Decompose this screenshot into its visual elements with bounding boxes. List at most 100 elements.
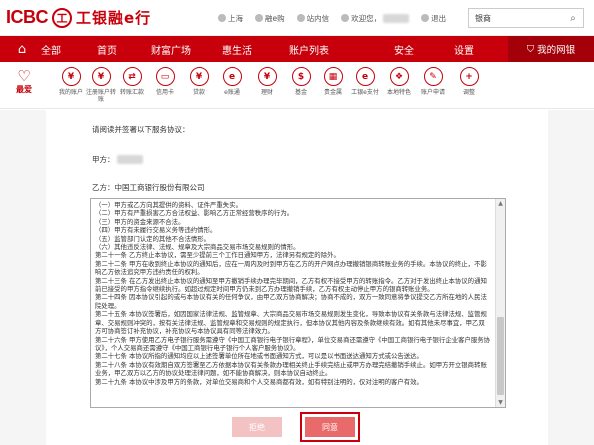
agreement-intro: 请阅读并签署以下服务协议： [92,125,190,134]
quick-item-label: 转账汇款 [119,89,144,96]
agreement-line: （二）甲方有严重损害乙方合法权益、影响乙方正常经营秩序的行为。 [95,209,294,218]
agreement-line: 第二十三条 在乙方发出终止本协议的通知至甲方撤销手续办理完毕期间，乙方有权不接受… [95,276,487,294]
agreement-line: （三）甲方的资金来源不合法。 [95,217,185,226]
quick-item-label: 调整 [462,89,475,96]
quick-item-e-pay[interactable]: e 工银e支付 [348,67,382,96]
nav-home[interactable]: 首页 [86,36,128,62]
favorites-link[interactable]: 融e购 [255,13,285,24]
wealth-icon: ¥ [257,67,277,86]
logout-icon [421,14,430,22]
agreement-line: 第二十八条 本协议有效期自双方签署至乙方依据本协议有关条款办理相关终止手续完结止… [95,360,487,378]
search-icon[interactable]: ⌕ [563,9,583,27]
nav-life[interactable]: 惠生活 [212,36,262,62]
nav-all[interactable]: 全部 [30,36,72,62]
party-b: 乙方：中国工商银行股份有限公司 [92,183,205,192]
my-account-icon: ¥ [61,67,81,86]
party-a-label: 甲方： [92,155,115,164]
heart-icon: ♡ [17,67,31,85]
quick-item-label: 我的账户 [58,89,83,96]
logo-text-cn: 工银融e行 [76,9,152,27]
gold-bar-icon: ▦ [323,67,343,86]
location-link[interactable]: 上海 [218,13,243,24]
icbc-emblem-icon: 工 [52,7,72,28]
agreement-line: 第二十五条 本协议签署后，如因国家法律法规、监管规章、大宗商品交易市场交易规则发… [95,310,487,336]
user-icon [341,14,350,22]
refuse-button[interactable]: 拒绝 [232,417,282,437]
quick-item-e-account[interactable]: e e账通 [215,67,249,96]
quick-item-precious-metal[interactable]: ▦ 贵金属 [316,67,350,96]
nav-settings[interactable]: 设置 [444,36,484,62]
party-a-name-redacted [116,155,143,164]
quick-item-label: 贷款 [192,89,205,96]
top-bar: ICBC 工 工银融e行 上海 融e购 站内信 欢迎您， 退出 银商 ⌕ [0,0,594,36]
welcome-user: 欢迎您， [341,13,410,24]
mail-icon [296,14,305,22]
quick-item-label: 本地特色 [386,89,411,96]
scroll-thumb[interactable] [497,317,504,395]
quick-item-loan[interactable]: ¥ 贷款 [182,67,216,96]
agreement-line: （四）甲方有未履行交易义务等违约情形。 [95,226,217,235]
account-apply-icon: ✎ [423,67,443,86]
search-value: 银商 [475,13,491,23]
agreement-line: 第二十四条 因本协议引起的或与本协议有关的任何争议，由甲乙双方协商解决；协商不成… [95,293,487,310]
party-a: 甲方： [92,154,143,165]
nav-security[interactable]: 安全 [384,36,424,62]
quick-item-label: 理财 [260,89,273,96]
icbc-logo[interactable]: ICBC 工 工银融e行 [6,7,151,28]
registered-transfer-icon: ¥ [91,67,111,86]
e-account-icon: e [222,67,242,86]
quick-item-fund[interactable]: $ 基金 [284,67,318,96]
loan-icon: ¥ [189,67,209,86]
location-pin-icon [218,14,226,22]
bag-icon: ⛉ [526,43,535,55]
quick-item-transfer[interactable]: ⇄ 转账汇款 [115,67,149,96]
transfer-icon: ⇄ [122,67,142,86]
main-nav: ⌂ 全部 首页 财富广场 惠生活 账户列表 安全 设置 ⛉ 我的网银 [0,36,594,62]
content-area: 请阅读并签署以下服务协议： 甲方： 乙方：中国工商银行股份有限公司 （一）甲方或… [0,110,594,445]
plus-icon: + [459,67,479,86]
cart-icon [255,14,263,22]
my-bank-button[interactable]: ⛉ 我的网银 [508,36,594,62]
agreement-scrollbar[interactable]: ▲ ▼ [495,199,505,407]
agreement-line: 第二十七条 本协议所指的通知均应以上述签署单位所在地或书面通知方式，可以是以书面… [95,352,423,361]
nav-wealth-plaza[interactable]: 财富广场 [140,36,202,62]
scroll-up-icon[interactable]: ▲ [496,199,505,208]
quick-item-local-special[interactable]: ❖ 本地特色 [382,67,416,96]
top-info-links: 上海 融e购 站内信 欢迎您， 退出 [218,0,446,36]
favorites-label: 最爱 [16,85,32,94]
agreement-line: 第二十二条 甲方在收到终止本协议的通知后，应在一周内及时到甲方在乙方的开户网点办… [95,259,487,277]
quick-item-label: 贵金属 [323,89,342,96]
agreement-text: （一）甲方或乙方向其提供的资料、证件严重失实。 （二）甲方有严重损害乙方合法权益、… [91,199,505,386]
quick-access-bar: ♡ 最爱 ¥ 我的账户 ¥ 注册账户转账 ⇄ 转账汇款 ▭ 信用卡 ¥ 贷款 e e账通 ¥… [0,62,594,109]
search-input[interactable]: 银商 ⌕ [468,8,584,28]
quick-item-label: 信用卡 [155,89,174,96]
quick-item-label: e账通 [224,89,240,96]
agreement-text-box[interactable]: （一）甲方或乙方向其提供的资料、证件严重失实。 （二）甲方有严重损害乙方合法权益、… [90,198,506,408]
favorites-shortcut[interactable]: ♡ 最爱 [6,62,42,95]
quick-item-credit-card[interactable]: ▭ 信用卡 [148,67,182,96]
logout-link[interactable]: 退出 [421,13,446,24]
username-redacted [383,13,410,23]
logo-text-en: ICBC [6,7,49,27]
agreement-line: 第二十六条 甲方使用乙方电子银行服务需遵守《中国工商银行电子银行章程》，单位交易… [95,335,491,352]
agree-button[interactable]: 同意 [305,417,355,437]
quick-item-label: 注册账户转账 [86,89,117,103]
fund-icon: $ [291,67,311,86]
local-special-icon: ❖ [389,67,409,86]
quick-item-wealth[interactable]: ¥ 理财 [250,67,284,96]
quick-item-my-account[interactable]: ¥ 我的账户 [54,67,88,96]
quick-item-adjust[interactable]: + 调整 [452,67,486,96]
agreement-line: 第二十一条 乙方终止本协议，需至少提前三个工作日通知甲方，法律另有规定的除外。 [95,251,340,260]
e-pay-icon: e [355,67,375,86]
credit-card-icon: ▭ [155,67,175,86]
nav-account-list[interactable]: 账户列表 [278,36,340,62]
messages-link[interactable]: 站内信 [296,13,329,24]
scroll-down-icon[interactable]: ▼ [496,398,505,407]
my-bank-label: 我的网银 [537,45,576,56]
quick-item-account-apply[interactable]: ✎ 账户申请 [416,67,450,96]
agreement-line: 第二十九条 本协议中涉及甲方的条款，对单位交易商和个人交易商都有效，如有特别注明… [95,377,423,386]
quick-item-registered-transfer[interactable]: ¥ 注册账户转账 [84,67,118,103]
quick-item-label: 基金 [294,89,307,96]
quick-item-label: 账户申请 [420,89,445,96]
agree-button-highlight: 同意 [300,412,360,442]
